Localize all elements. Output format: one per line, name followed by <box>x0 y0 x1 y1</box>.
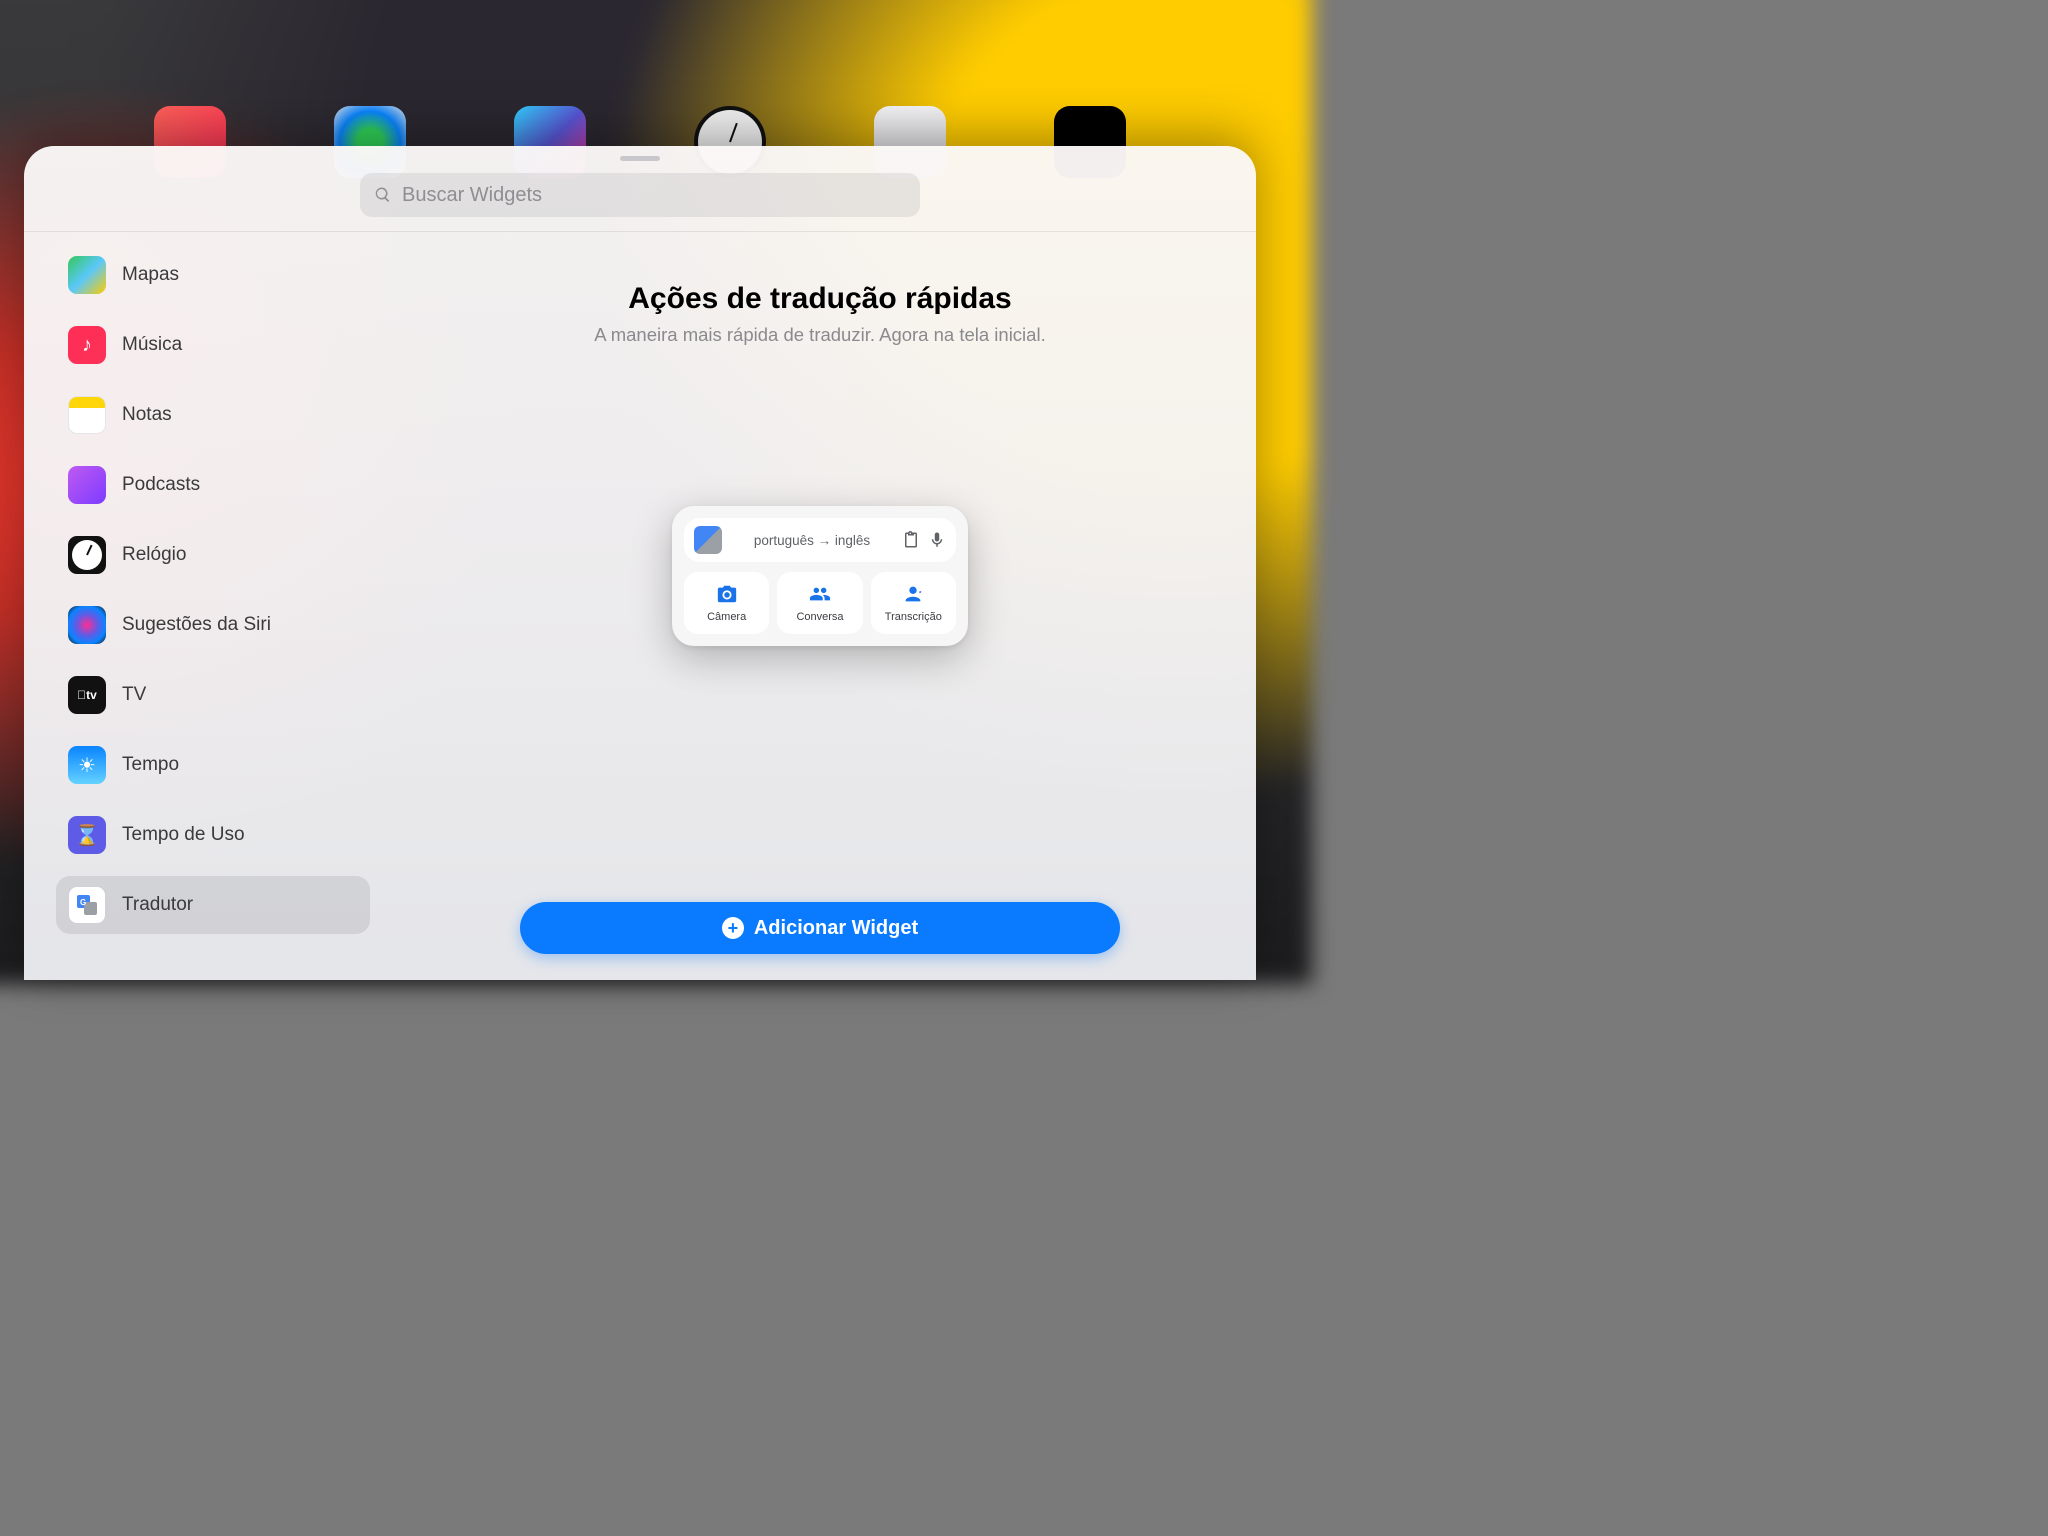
widget-detail-pane: Ações de tradução rápidas A maneira mais… <box>384 232 1256 980</box>
add-widget-button[interactable]: + Adicionar Widget <box>520 902 1120 954</box>
svg-text:G: G <box>80 898 86 907</box>
sidebar: Mapas ♪ Música Notas Podcasts Relógio Su… <box>24 232 384 980</box>
page-title: Ações de tradução rápidas <box>628 282 1011 316</box>
search-input[interactable]: Buscar Widgets <box>360 173 920 217</box>
add-widget-label: Adicionar Widget <box>754 917 918 940</box>
transcribe-icon <box>902 583 924 605</box>
screentime-icon: ⌛ <box>68 816 106 854</box>
search-icon <box>374 186 392 204</box>
widget-action-conversation: Conversa <box>777 572 862 634</box>
widget-action-label: Conversa <box>796 611 843 623</box>
sidebar-item-label: Tradutor <box>122 894 193 916</box>
widget-action-label: Transcrição <box>885 611 942 623</box>
weather-icon: ☀ <box>68 746 106 784</box>
sidebar-item-label: Tempo de Uso <box>122 824 245 846</box>
widget-language-bar: português → inglês <box>684 518 956 562</box>
sidebar-item-label: TV <box>122 684 146 706</box>
paste-icon <box>902 531 920 549</box>
sidebar-item-notes[interactable]: Notas <box>56 386 370 444</box>
sidebar-item-maps[interactable]: Mapas <box>56 246 370 304</box>
google-translate-icon <box>694 526 722 554</box>
sidebar-item-label: Mapas <box>122 264 179 286</box>
sidebar-item-podcasts[interactable]: Podcasts <box>56 456 370 514</box>
widget-preview[interactable]: português → inglês Câmera Conversa <box>672 506 968 646</box>
sidebar-item-translator[interactable]: G Tradutor <box>56 876 370 934</box>
sidebar-item-label: Tempo <box>122 754 179 776</box>
search-placeholder: Buscar Widgets <box>402 184 542 207</box>
sidebar-item-label: Música <box>122 334 182 356</box>
translator-icon: G <box>68 886 106 924</box>
podcasts-icon <box>68 466 106 504</box>
maps-icon <box>68 256 106 294</box>
sidebar-item-siri[interactable]: Sugestões da Siri <box>56 596 370 654</box>
page-subtitle: A maneira mais rápida de traduzir. Agora… <box>594 324 1045 346</box>
siri-icon <box>68 606 106 644</box>
clock-icon <box>68 536 106 574</box>
widget-language-pair: português → inglês <box>730 533 894 548</box>
sidebar-item-screentime[interactable]: ⌛ Tempo de Uso <box>56 806 370 864</box>
sidebar-item-label: Notas <box>122 404 172 426</box>
sheet-grabber[interactable] <box>620 156 660 161</box>
sidebar-item-label: Podcasts <box>122 474 200 496</box>
notes-icon <box>68 396 106 434</box>
widget-action-camera: Câmera <box>684 572 769 634</box>
camera-icon <box>716 583 738 605</box>
microphone-icon <box>928 531 946 549</box>
sidebar-item-clock[interactable]: Relógio <box>56 526 370 584</box>
sidebar-item-label: Relógio <box>122 544 186 566</box>
music-icon: ♪ <box>68 326 106 364</box>
widget-gallery-sheet: Buscar Widgets Mapas ♪ Música Notas Podc… <box>24 146 1256 980</box>
sidebar-item-tv[interactable]: tv TV <box>56 666 370 724</box>
widget-action-label: Câmera <box>707 611 746 623</box>
sidebar-item-label: Sugestões da Siri <box>122 614 271 636</box>
people-icon <box>809 583 831 605</box>
widget-action-transcription: Transcrição <box>871 572 956 634</box>
sidebar-item-weather[interactable]: ☀ Tempo <box>56 736 370 794</box>
sidebar-item-music[interactable]: ♪ Música <box>56 316 370 374</box>
tv-icon: tv <box>68 676 106 714</box>
plus-icon: + <box>722 917 744 939</box>
